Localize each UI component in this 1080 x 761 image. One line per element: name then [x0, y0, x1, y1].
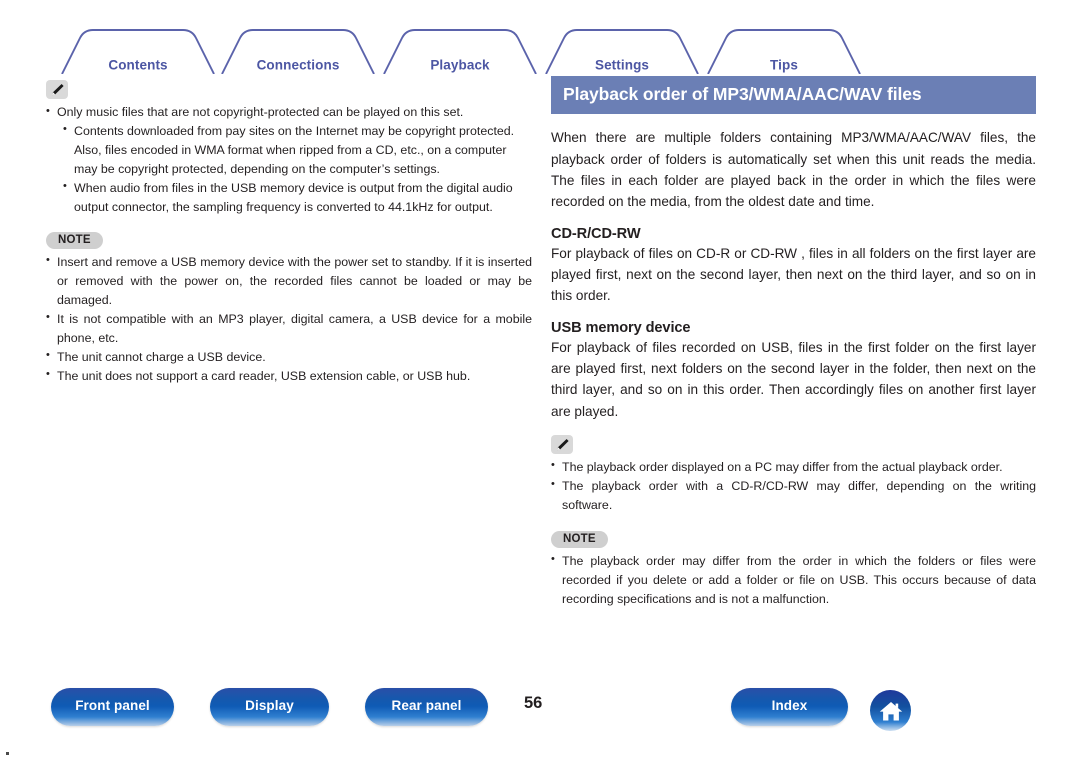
- list-item: The playback order displayed on a PC may…: [551, 457, 1036, 477]
- left-subtip-list: Contents downloaded from pay sites on th…: [63, 121, 532, 217]
- note-badge: NOTE: [46, 231, 103, 249]
- list-item: The unit cannot charge a USB device.: [46, 347, 532, 367]
- pencil-icon: [551, 434, 573, 454]
- tab-tips[interactable]: Tips: [770, 58, 798, 73]
- page-title: Playback order of MP3/WMA/AAC/WAV files: [551, 76, 1036, 115]
- right-column: Playback order of MP3/WMA/AAC/WAV files …: [551, 76, 1036, 609]
- left-tip-list: Only music files that are not copyright-…: [46, 103, 532, 122]
- tab-playback[interactable]: Playback: [430, 58, 489, 73]
- list-item: Insert and remove a USB memory device wi…: [46, 252, 532, 310]
- right-tip-list: The playback order displayed on a PC may…: [551, 457, 1036, 515]
- front-panel-button-label: Front panel: [75, 697, 150, 713]
- home-icon[interactable]: [870, 690, 911, 731]
- front-panel-button[interactable]: Front panel: [51, 688, 174, 726]
- tab-settings[interactable]: Settings: [595, 58, 649, 73]
- list-item: Only music files that are not copyright-…: [46, 103, 532, 122]
- tab-bar: Contents Connections Playback Settings T…: [0, 24, 1080, 74]
- section-body-cdr: For playback of files on CD-R or CD-RW ,…: [551, 245, 1036, 304]
- list-item: The playback order may differ from the o…: [551, 551, 1036, 609]
- intro-paragraph: When there are multiple folders containi…: [551, 130, 1036, 210]
- pencil-icon: [46, 80, 68, 99]
- list-item: When audio from files in the USB memory …: [63, 178, 532, 217]
- tab-contents[interactable]: Contents: [108, 58, 167, 73]
- left-note-list: Insert and remove a USB memory device wi…: [46, 252, 532, 386]
- rear-panel-button-label: Rear panel: [391, 697, 462, 713]
- section-heading-usb: USB memory device: [551, 319, 691, 336]
- list-item: Contents downloaded from pay sites on th…: [63, 121, 532, 179]
- right-note-list: The playback order may differ from the o…: [551, 551, 1036, 609]
- manual-page: Contents Connections Playback Settings T…: [0, 0, 1080, 761]
- list-item: The playback order with a CD-R/CD-RW may…: [551, 476, 1036, 515]
- rear-panel-button[interactable]: Rear panel: [365, 688, 488, 726]
- list-item: The unit does not support a card reader,…: [46, 366, 532, 386]
- note-badge: NOTE: [551, 530, 608, 548]
- index-button-label: Index: [771, 697, 808, 713]
- section-body-usb: For playback of files recorded on USB, f…: [551, 339, 1036, 419]
- corner-crop-mark: [6, 752, 9, 755]
- left-column: Only music files that are not copyright-…: [46, 80, 532, 386]
- display-button[interactable]: Display: [210, 688, 329, 726]
- footer-nav: Front panel Display Rear panel 56 Index: [0, 688, 1080, 738]
- display-button-label: Display: [245, 697, 294, 713]
- index-button[interactable]: Index: [731, 688, 848, 726]
- tab-connections[interactable]: Connections: [257, 58, 340, 73]
- page-number: 56: [524, 694, 543, 712]
- list-item: It is not compatible with an MP3 player,…: [46, 309, 532, 348]
- section-heading-cdr: CD-R/CD-RW: [551, 225, 641, 242]
